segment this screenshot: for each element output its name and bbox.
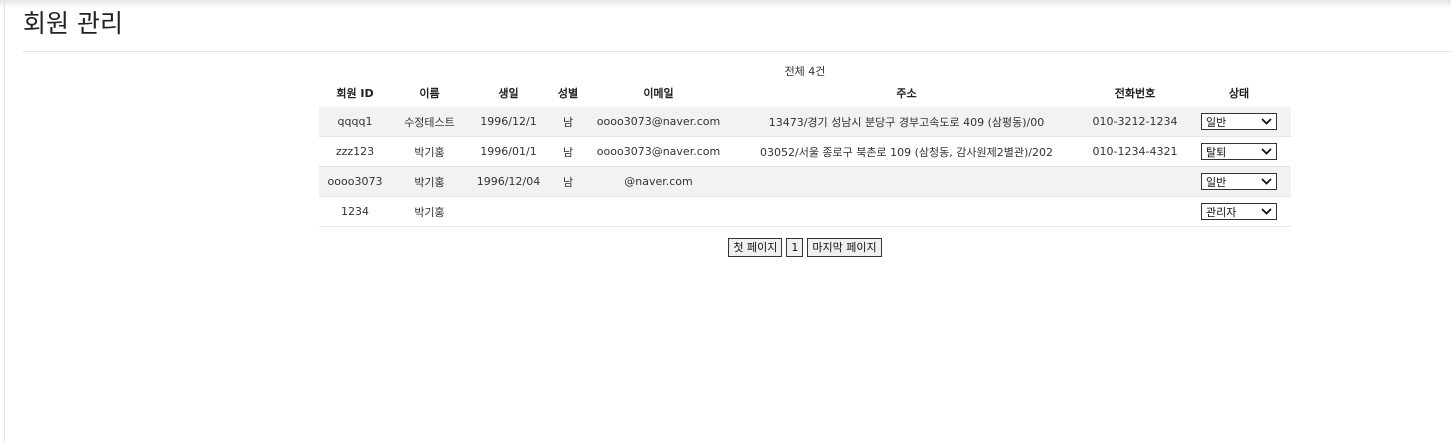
first-page-button[interactable]: 첫 페이지 [728,238,783,257]
header-address: 주소 [896,86,917,100]
cell-member-id: oooo3073 [319,166,391,197]
cell-birth: 1996/12/1 [468,107,549,137]
status-select-value: 일반 [1206,115,1227,129]
cell-name: 박기홍 [391,196,468,227]
cell-email: @naver.com [587,166,730,197]
cell-member-id: zzz123 [319,136,391,167]
cell-gender: 남 [549,166,587,197]
cell-status: 일반 [1187,166,1291,197]
chevron-down-icon [1261,208,1272,215]
top-shadow [0,0,1451,8]
header-name: 이름 [419,86,440,100]
table-header-row: 회원 ID 이름 생일 성별 이메일 주소 전화번호 상태 [319,78,1291,107]
table-row: qqqq1 수정테스트 1996/12/1 남 oooo3073@naver.c… [319,107,1291,137]
cell-status: 일반 [1187,107,1291,137]
header-gender: 성별 [557,86,579,100]
page-number-button[interactable]: 1 [786,238,804,257]
status-select-value: 탈퇴 [1206,145,1227,159]
header-member-id: 회원 ID [336,86,374,100]
total-count: 전체 4건 [784,65,826,78]
header-birth: 생일 [498,86,519,100]
pagination: 첫 페이지 1 마지막 페이지 [319,238,1291,257]
cell-phone [1083,196,1187,227]
left-border [4,0,5,442]
cell-birth [468,196,549,227]
cell-gender: 남 [549,107,587,137]
cell-address [730,166,1083,197]
chevron-down-icon [1261,118,1272,125]
page-title: 회원 관리 [23,9,123,38]
cell-email: oooo3073@naver.com [587,136,730,167]
status-select[interactable]: 관리자 [1201,203,1277,220]
cell-member-id: 1234 [319,196,391,227]
cell-name: 박기홍 [391,136,468,167]
cell-birth: 1996/12/04 [468,166,549,197]
cell-email: oooo3073@naver.com [587,107,730,137]
cell-gender: 남 [549,136,587,167]
status-select[interactable]: 일반 [1201,173,1277,190]
cell-name: 수정테스트 [391,107,468,137]
cell-phone [1083,166,1187,197]
member-table: 회원 ID 이름 생일 성별 이메일 주소 전화번호 상태 qqqq1 수정테스… [319,78,1291,227]
status-select-value: 관리자 [1206,205,1237,219]
cell-gender [549,196,587,227]
cell-address: 13473/경기 성남시 분당구 경부고속도로 409 (삼평동)/00 [730,107,1083,137]
table-row: 1234 박기홍 관리자 [319,196,1291,227]
table-row: oooo3073 박기홍 1996/12/04 남 @naver.com 일반 [319,166,1291,197]
cell-address: 03052/서울 종로구 북촌로 109 (삼청동, 감사원제2별관)/202 [730,136,1083,167]
status-select-value: 일반 [1206,175,1227,189]
chevron-down-icon [1261,178,1272,185]
header-status: 상태 [1228,86,1250,100]
cell-name: 박기홍 [391,166,468,197]
cell-birth: 1996/01/1 [468,136,549,167]
status-select[interactable]: 일반 [1201,113,1277,130]
cell-status: 관리자 [1187,196,1291,227]
cell-email [587,196,730,227]
cell-phone: 010-1234-4321 [1083,136,1187,167]
status-select[interactable]: 탈퇴 [1201,143,1277,160]
last-page-button[interactable]: 마지막 페이지 [807,238,882,257]
table-row: zzz123 박기홍 1996/01/1 남 oooo3073@naver.co… [319,136,1291,167]
cell-status: 탈퇴 [1187,136,1291,167]
title-divider [23,51,1451,52]
cell-member-id: qqqq1 [319,107,391,137]
cell-address [730,196,1083,227]
header-phone: 전화번호 [1114,86,1156,100]
header-email: 이메일 [643,86,674,100]
cell-phone: 010-3212-1234 [1083,107,1187,137]
chevron-down-icon [1261,148,1272,155]
